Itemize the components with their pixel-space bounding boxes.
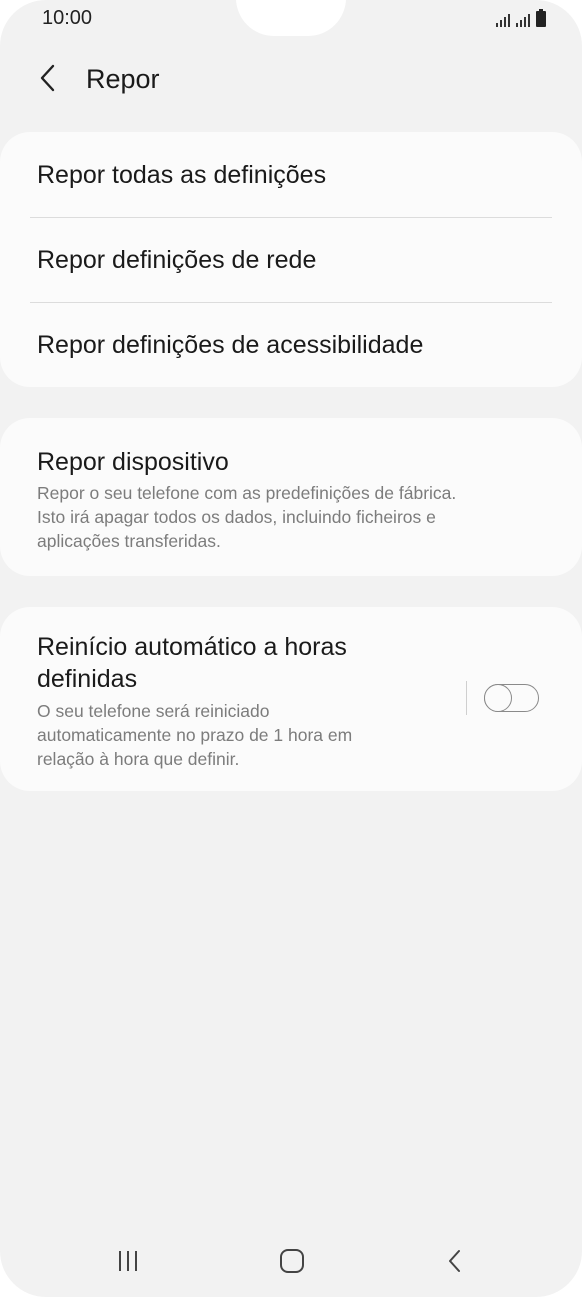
reset-accessibility-settings-item[interactable]: Repor definições de acessibilidade (0, 304, 582, 389)
home-icon (280, 1249, 304, 1273)
factory-reset-title: Repor dispositivo (37, 448, 229, 476)
home-button[interactable] (272, 1246, 312, 1276)
factory-reset-description-line-3: aplicações transferidas. (37, 531, 221, 551)
chevron-left-icon (40, 64, 55, 92)
divider (30, 302, 552, 303)
recent-apps-icon (119, 1251, 137, 1271)
reset-accessibility-settings-label: Repor definições de acessibilidade (37, 331, 424, 359)
back-button[interactable] (28, 58, 68, 98)
reset-all-settings-label: Repor todas as definições (37, 161, 327, 189)
auto-restart-description-line-2: automaticamente no prazo de 1 hora em (37, 725, 353, 745)
reset-all-settings-item[interactable]: Repor todas as definições (0, 134, 582, 219)
recent-apps-button[interactable] (108, 1246, 148, 1276)
signal-icon (496, 13, 510, 27)
back-nav-button[interactable] (435, 1246, 475, 1276)
factory-reset-description-line-2: Isto irá apagar todos os dados, incluind… (37, 507, 436, 527)
auto-restart-title-line-2: definidas (37, 665, 138, 693)
auto-restart-description-line-3: relação à hora que definir. (37, 749, 240, 769)
signal-icon-2 (516, 13, 530, 27)
factory-reset-description-line-1: Repor o seu telefone com as predefiniçõe… (37, 483, 457, 503)
reset-network-settings-label: Repor definições de rede (37, 246, 317, 274)
toggle-knob (483, 683, 512, 712)
reset-options-card: Repor todas as definições Repor definiçõ… (0, 132, 582, 387)
auto-restart-title-line-1: Reinício automático a horas (37, 633, 347, 661)
navigation-bar (0, 1236, 582, 1288)
back-icon (449, 1250, 460, 1272)
status-time: 10:00 (42, 7, 93, 29)
divider (30, 217, 552, 218)
auto-restart-description-line-1: O seu telefone será reiniciado (37, 701, 270, 721)
auto-restart-toggle[interactable] (483, 683, 539, 712)
toggle-separator (466, 681, 467, 715)
phone-screen: 10:00 Repor Repor todas as definições Re… (0, 0, 582, 1297)
factory-reset-item[interactable]: Repor dispositivo Repor o seu telefone c… (0, 418, 582, 576)
auto-restart-item[interactable]: Reinício automático a horas definidas O … (0, 607, 582, 791)
status-icons (496, 9, 546, 27)
page-title: Repor (86, 64, 160, 94)
battery-icon (536, 9, 546, 27)
reset-network-settings-item[interactable]: Repor definições de rede (0, 219, 582, 304)
header: Repor (0, 52, 582, 108)
